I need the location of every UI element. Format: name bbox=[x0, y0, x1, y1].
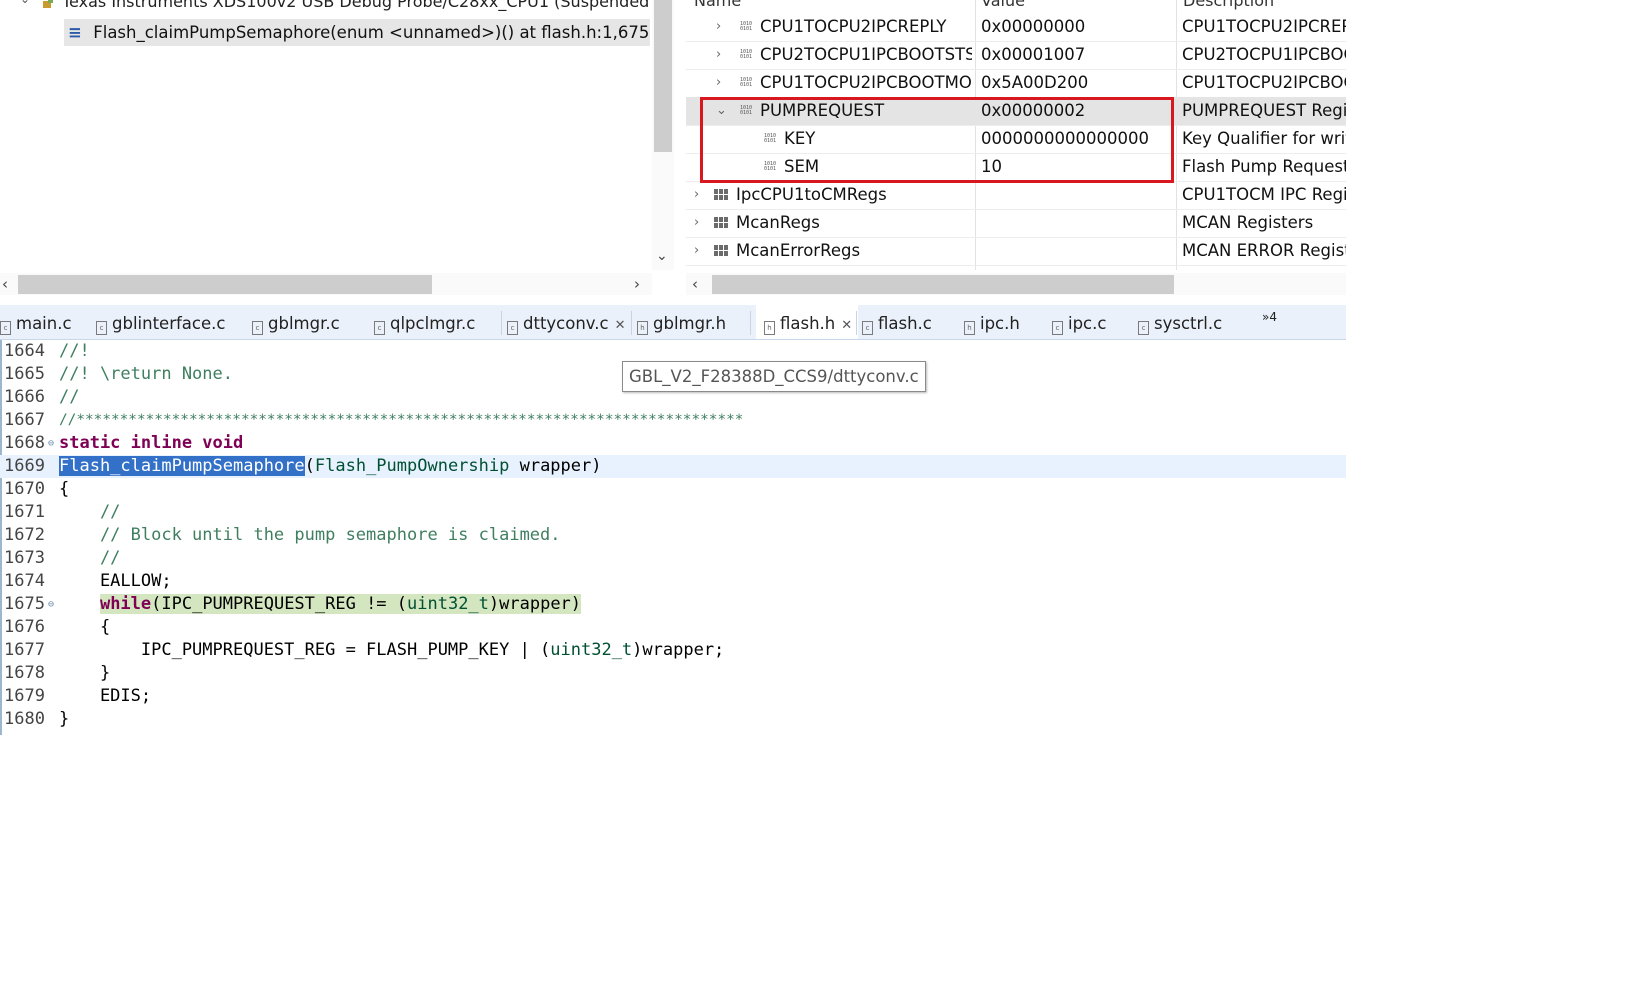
tab-qlpclmgr-c[interactable]: c qlpclmgr.c bbox=[374, 305, 475, 339]
code-line-1678[interactable]: 1678 } bbox=[0, 662, 1346, 685]
code-line-1672[interactable]: 1672 // Block until the pump semaphore i… bbox=[0, 524, 1346, 547]
c-file-icon: c bbox=[507, 321, 518, 335]
code-line-1670[interactable]: 1670{ bbox=[0, 478, 1346, 501]
editor-tab-bar: c main.c c gblinterface.c c gblmgr.c c qlpcl… bbox=[0, 305, 1346, 340]
tab-gblinterface-c[interactable]: c gblinterface.c bbox=[96, 305, 225, 339]
register-bits-icon: 1010 0101 bbox=[740, 77, 753, 88]
expand-chevron-icon[interactable]: › bbox=[716, 41, 721, 69]
fold-collapse-icon[interactable]: ⊖ bbox=[48, 432, 54, 455]
scroll-left-icon[interactable]: ‹ bbox=[2, 275, 8, 293]
c-file-icon: c bbox=[1052, 321, 1063, 335]
h-file-icon: h bbox=[764, 321, 775, 335]
tab-gblmgr-c[interactable]: c gblmgr.c bbox=[252, 305, 340, 339]
scroll-left-icon[interactable]: ‹ bbox=[692, 275, 698, 293]
debug-view: ⌄ Texas Instruments XDS100v2 USB Debug P… bbox=[0, 0, 650, 300]
register-row-cpu1tocpu2ipcreply[interactable]: › 1010 0101 CPU1TOCPU2IPCREPLY 0x00000000… bbox=[686, 13, 1346, 42]
collapse-chevron-icon[interactable]: ⌄ bbox=[20, 0, 30, 6]
tab-ipc-c[interactable]: c ipc.c bbox=[1052, 305, 1106, 339]
code-line-1667[interactable]: 1667//**********************************… bbox=[0, 409, 1346, 432]
debug-target-label: Texas Instruments XDS100v2 USB Debug Pro… bbox=[62, 0, 650, 11]
code-line-1671[interactable]: 1671 // bbox=[0, 501, 1346, 524]
column-header-description[interactable]: Description bbox=[1183, 0, 1274, 10]
selected-function-name[interactable]: Flash_claimPumpSemaphore bbox=[59, 456, 305, 476]
register-group-mcanregs[interactable]: › McanRegs MCAN Registers bbox=[686, 209, 1346, 238]
code-line-1677[interactable]: 1677 IPC_PUMPREQUEST_REG = FLASH_PUMP_KE… bbox=[0, 639, 1346, 662]
c-file-icon: c bbox=[374, 321, 385, 335]
tab-path-tooltip: GBL_V2_F28388D_CCS9/dttyconv.c bbox=[622, 361, 926, 392]
expand-chevron-icon[interactable]: › bbox=[694, 181, 699, 209]
tab-gblmgr-h[interactable]: h gblmgr.h bbox=[637, 305, 726, 339]
c-file-icon: c bbox=[1138, 321, 1149, 335]
expand-chevron-icon[interactable]: › bbox=[716, 69, 721, 97]
tab-flash-h[interactable]: h flash.h ✕ bbox=[756, 305, 859, 339]
current-instruction-highlight: while(IPC_PUMPREQUEST_REG != (uint32_t)w… bbox=[99, 594, 582, 614]
code-line-1668[interactable]: 1668 ⊖ static inline void bbox=[0, 432, 1346, 455]
code-line-1679[interactable]: 1679 EDIS; bbox=[0, 685, 1346, 708]
close-tab-icon[interactable]: ✕ bbox=[841, 318, 852, 333]
highlight-annotation-box bbox=[700, 97, 1174, 183]
c-file-icon: c bbox=[862, 321, 873, 335]
h-file-icon: h bbox=[637, 321, 648, 335]
column-header-name[interactable]: Name bbox=[694, 0, 741, 10]
tab-overflow-button[interactable]: »4 bbox=[1262, 305, 1277, 339]
tab-dttyconv-c[interactable]: c dttyconv.c ✕ bbox=[507, 305, 626, 339]
stack-frame-row[interactable]: ≡ Flash_claimPumpSemaphore(enum <unnamed… bbox=[64, 19, 650, 46]
debug-probe-icon bbox=[42, 0, 54, 8]
c-file-icon: c bbox=[0, 321, 11, 335]
code-line-1676[interactable]: 1676 { bbox=[0, 616, 1346, 639]
register-group-icon bbox=[714, 217, 729, 229]
register-group-ipccpu1tocmregs[interactable]: › IpcCPU1toCMRegs CPU1TOCM IPC Registers bbox=[686, 181, 1346, 210]
debug-vertical-scroll-thumb[interactable] bbox=[654, 0, 672, 152]
code-line-1675[interactable]: 1675 ⊖ while(IPC_PUMPREQUEST_REG != (uint… bbox=[0, 593, 1346, 616]
register-group-mcanerrorregs[interactable]: › McanErrorRegs MCAN ERROR Registers bbox=[686, 237, 1346, 266]
c-file-icon: c bbox=[252, 321, 263, 335]
register-group-icon bbox=[714, 189, 729, 201]
registers-horizontal-scroll-thumb[interactable] bbox=[712, 275, 1174, 294]
debug-horizontal-scroll-thumb[interactable] bbox=[18, 275, 432, 294]
code-line-1664[interactable]: 1664//! bbox=[0, 340, 1346, 363]
stack-frame-icon: ≡ bbox=[68, 23, 82, 42]
code-editor[interactable]: 1664//! 1665//! \return None. 1666// 166… bbox=[0, 340, 1346, 740]
register-row-cpu2tocpu1ipcbootsts[interactable]: › 1010 0101 CPU2TOCPU1IPCBOOTSTS 0x000010… bbox=[686, 41, 1346, 70]
tab-ipc-h[interactable]: h ipc.h bbox=[964, 305, 1020, 339]
register-row-cpu1tocpu2ipcbootmode[interactable]: › 1010 0101 CPU1TOCPU2IPCBOOTMODE 0x5A00D… bbox=[686, 69, 1346, 98]
register-bits-icon: 1010 0101 bbox=[740, 49, 753, 60]
tab-main-c[interactable]: c main.c bbox=[0, 305, 72, 339]
scroll-right-icon[interactable]: › bbox=[634, 275, 640, 293]
expand-chevron-icon[interactable]: › bbox=[694, 209, 699, 237]
register-group-icon bbox=[714, 245, 729, 257]
code-line-1674[interactable]: 1674 EALLOW; bbox=[0, 570, 1346, 593]
code-line-1669[interactable]: 1669 Flash_claimPumpSemaphore(Flash_PumpO… bbox=[0, 455, 1346, 478]
c-file-icon: c bbox=[96, 321, 107, 335]
code-line-1673[interactable]: 1673 // bbox=[0, 547, 1346, 570]
tab-sysctrl-c[interactable]: c sysctrl.c bbox=[1138, 305, 1222, 339]
column-header-value[interactable]: Value bbox=[981, 0, 1025, 10]
tab-flash-c[interactable]: c flash.c bbox=[862, 305, 932, 339]
expand-chevron-icon[interactable]: › bbox=[716, 13, 721, 41]
scroll-down-icon[interactable]: ⌄ bbox=[656, 248, 668, 264]
h-file-icon: h bbox=[964, 321, 975, 335]
expand-chevron-icon[interactable]: › bbox=[694, 237, 699, 265]
stack-frame-label: Flash_claimPumpSemaphore(enum <unnamed>)… bbox=[93, 23, 650, 42]
close-tab-icon[interactable]: ✕ bbox=[615, 318, 626, 333]
register-bits-icon: 1010 0101 bbox=[740, 21, 753, 32]
code-line-1680[interactable]: 1680} bbox=[0, 708, 1346, 731]
fold-collapse-icon[interactable]: ⊖ bbox=[48, 593, 54, 616]
